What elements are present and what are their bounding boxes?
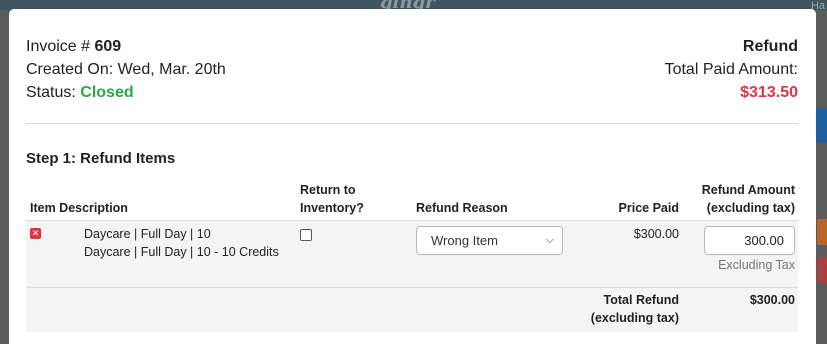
excluding-tax-note: Excluding Tax (718, 258, 795, 272)
total-paid-label: Total Paid Amount: (664, 61, 798, 78)
column-header-refund-reason: Refund Reason (416, 201, 508, 215)
refund-reason-selected: Wrong Item (431, 233, 498, 248)
return-to-inventory-checkbox[interactable] (300, 229, 312, 241)
status-label: Status: (26, 84, 76, 101)
created-on-line: Created On: Wed, Mar. 20th (26, 58, 226, 81)
invoice-info: Invoice # 609 Created On: Wed, Mar. 20th… (26, 35, 226, 104)
background-button (817, 219, 827, 245)
refund-summary: Refund Total Paid Amount: $313.50 (665, 35, 798, 104)
price-paid-value: $300.00 (633, 227, 679, 241)
item-description: Daycare | Full Day | 10 Daycare | Full D… (84, 225, 279, 261)
invoice-number-line: Invoice # 609 (26, 35, 226, 58)
item-description-line1: Daycare | Full Day | 10 (84, 227, 211, 241)
invoice-header: Invoice # 609 Created On: Wed, Mar. 20th… (26, 35, 798, 123)
status-value: Closed (80, 84, 134, 101)
created-on-label: Created On: (26, 61, 114, 78)
invoice-number: 609 (94, 38, 122, 55)
total-refund-value: $300.00 (749, 293, 795, 307)
background-button (815, 108, 827, 142)
status-line: Status: Closed (26, 81, 226, 104)
total-refund-label-line2: (excluding tax) (590, 311, 679, 325)
column-header-refund-amount: Refund Amount (excluding tax) (702, 181, 795, 217)
header-divider (26, 123, 798, 124)
column-header-refund-amount-line2: (excluding tax) (706, 201, 795, 215)
total-row (26, 288, 798, 332)
refund-modal: Invoice # 609 Created On: Wed, Mar. 20th… (9, 9, 816, 344)
column-header-return-line2: Inventory? (300, 201, 364, 215)
column-header-return-to-inventory: Return to Inventory? (300, 181, 364, 217)
total-refund-label-line1: Total Refund (603, 293, 679, 307)
background-button (817, 257, 827, 283)
total-paid-amount: $313.50 (740, 84, 798, 101)
column-header-price-paid: Price Paid (618, 201, 679, 215)
invoice-number-label: Invoice # (26, 38, 91, 55)
step-title: Step 1: Refund Items (26, 150, 176, 167)
chevron-down-icon: ⌵ (545, 234, 554, 246)
total-refund-label: Total Refund (excluding tax) (591, 291, 679, 327)
remove-item-icon[interactable]: ✕ (30, 228, 41, 239)
column-header-refund-amount-line1: Refund Amount (701, 183, 795, 197)
column-header-item-description: Item Description (30, 201, 128, 215)
item-description-line2: Daycare | Full Day | 10 - 10 Credits (84, 245, 279, 259)
created-on-value: Wed, Mar. 20th (117, 61, 226, 78)
column-header-return-line1: Return to (300, 183, 356, 197)
refund-reason-select[interactable]: Wrong Item ⌵ (416, 226, 563, 255)
refund-amount-input[interactable]: 300.00 (704, 226, 795, 255)
refund-title: Refund (742, 38, 798, 55)
